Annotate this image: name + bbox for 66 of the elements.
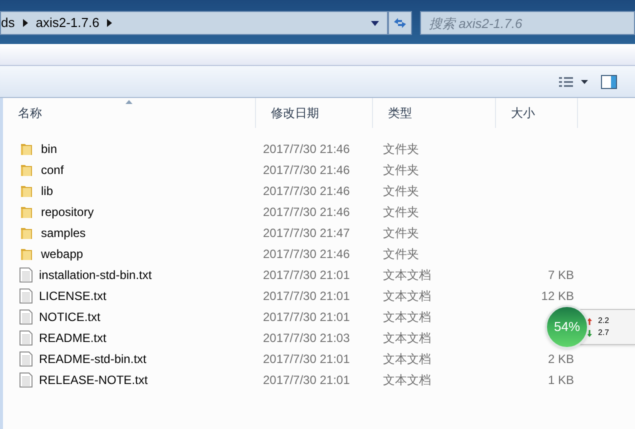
file-type: 文本文档 <box>383 310 431 324</box>
column-header[interactable]: 类型 <box>373 98 496 128</box>
file-name: webapp <box>41 246 84 262</box>
breadcrumb[interactable]: ds <box>1 13 15 33</box>
refresh-button[interactable] <box>388 11 412 35</box>
sort-arrow-icon <box>126 100 132 104</box>
modified-date: 2017/7/30 21:46 <box>263 162 350 176</box>
file-type: 文本文档 <box>383 288 431 302</box>
address-bar[interactable]: ds axis2-1.7.6 <box>0 11 388 35</box>
file-size: 2 KB <box>548 350 574 368</box>
file-type: 文件夹 <box>383 184 419 198</box>
file-type: 文本文档 <box>383 330 431 344</box>
file-type: 文件夹 <box>383 142 419 156</box>
file-name: samples <box>41 224 86 242</box>
view-options-icon[interactable] <box>559 76 589 86</box>
document-icon <box>19 266 33 282</box>
chevron-icon <box>22 19 28 27</box>
file-type: 文本文档 <box>383 268 431 282</box>
column-header[interactable]: 名称 <box>3 98 256 128</box>
modified-date: 2017/7/30 21:47 <box>263 226 350 240</box>
file-type: 文件夹 <box>383 246 419 260</box>
modified-date: 2017/7/30 21:01 <box>263 288 350 302</box>
document-icon <box>19 288 33 304</box>
upload-speed: 2.2 <box>598 315 610 327</box>
modified-date: 2017/7/30 21:01 <box>263 352 350 366</box>
document-icon <box>19 308 33 324</box>
file-name: NOTICE.txt <box>39 308 100 326</box>
modified-date: 2017/7/30 21:01 <box>263 310 350 324</box>
file-name: README-std-bin.txt <box>39 350 146 368</box>
file-size: 7 KB <box>548 266 574 284</box>
column-header[interactable]: 大小 <box>496 98 578 128</box>
file-type: 文本文档 <box>383 352 431 366</box>
modified-date: 2017/7/30 21:46 <box>263 184 350 198</box>
file-name: LICENSE.txt <box>39 288 106 304</box>
document-icon <box>19 330 33 346</box>
file-name: README.txt <box>39 330 106 346</box>
download-arrow-icon <box>587 330 592 336</box>
download-speed: 2.7 <box>598 327 610 339</box>
file-type: 文件夹 <box>383 204 419 218</box>
search-field[interactable]: 搜索 axis2-1.7.6 <box>420 11 635 35</box>
file-type: 文本文档 <box>383 372 431 386</box>
file-name: installation-std-bin.txt <box>39 266 152 284</box>
modified-date: 2017/7/30 21:03 <box>263 330 350 344</box>
dropdown-icon[interactable] <box>371 20 379 26</box>
file-name: conf <box>41 162 64 178</box>
file-name: RELEASE-NOTE.txt <box>39 372 148 388</box>
modified-date: 2017/7/30 21:01 <box>263 372 350 386</box>
file-size: 1 KB <box>548 372 574 388</box>
column-header[interactable]: 修改日期 <box>256 98 373 128</box>
modified-date: 2017/7/30 21:01 <box>263 268 350 282</box>
file-name: bin <box>41 140 58 158</box>
document-icon <box>19 372 33 388</box>
breadcrumb[interactable]: axis2-1.7.6 <box>36 13 100 33</box>
document-icon <box>19 350 33 366</box>
modified-date: 2017/7/30 21:46 <box>263 204 350 218</box>
modified-date: 2017/7/30 21:46 <box>263 142 350 156</box>
file-size: 12 KB <box>541 288 574 304</box>
file-name: repository <box>41 204 94 220</box>
file-name: lib <box>41 182 54 200</box>
preview-pane-icon[interactable] <box>601 74 617 88</box>
file-type: 文件夹 <box>383 226 419 240</box>
refresh-icon <box>393 16 407 30</box>
upload-arrow-icon <box>587 318 592 324</box>
chevron-icon <box>107 19 112 27</box>
modified-date: 2017/7/30 21:46 <box>263 246 350 260</box>
file-type: 文件夹 <box>383 162 419 176</box>
